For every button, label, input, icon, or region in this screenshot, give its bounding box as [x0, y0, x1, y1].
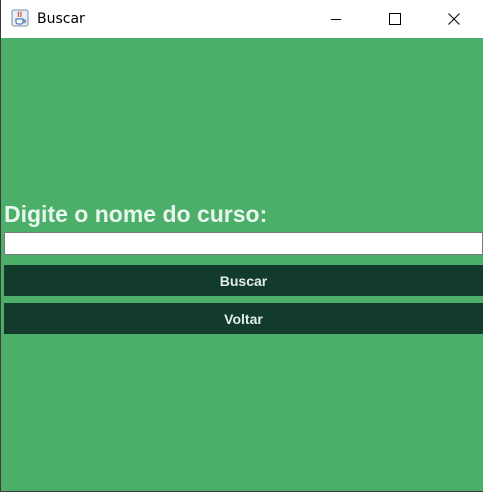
java-coffee-cup-icon	[11, 9, 29, 27]
maximize-button[interactable]	[366, 0, 424, 38]
search-button[interactable]: Buscar	[4, 265, 483, 296]
back-button[interactable]: Voltar	[4, 303, 483, 334]
title-bar[interactable]: Buscar	[1, 0, 483, 38]
window-title: Buscar	[37, 11, 85, 27]
course-name-label: Digite o nome do curso:	[4, 201, 268, 227]
app-window: Buscar Digite o nome do curso: Buscar Vo…	[0, 0, 483, 492]
maximize-icon	[389, 10, 401, 29]
minimize-icon	[330, 10, 342, 29]
content-panel: Digite o nome do curso: Buscar Voltar	[1, 38, 483, 491]
course-name-input[interactable]	[4, 232, 483, 255]
minimize-button[interactable]	[307, 0, 365, 38]
close-icon	[448, 10, 460, 29]
close-button[interactable]	[425, 0, 483, 38]
